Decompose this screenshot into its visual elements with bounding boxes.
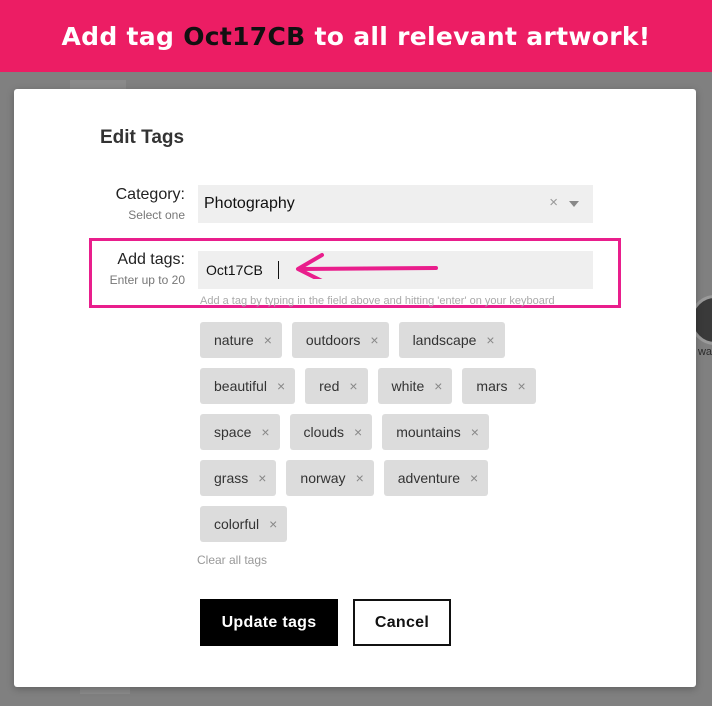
- remove-tag-icon[interactable]: ×: [486, 332, 494, 348]
- tag-row: nature × outdoors × landscape ×: [200, 322, 600, 358]
- tag-label: outdoors: [305, 332, 361, 348]
- tag-label: norway: [300, 470, 346, 486]
- add-tags-label: Add tags:: [117, 251, 185, 268]
- remove-tag-icon[interactable]: ×: [264, 332, 272, 348]
- tag-label: clouds: [303, 424, 345, 440]
- remove-tag-icon[interactable]: ×: [434, 378, 442, 394]
- tag-label: mountains: [396, 424, 461, 440]
- text-cursor: [278, 261, 279, 279]
- tag-chip: mountains ×: [382, 414, 489, 450]
- tag-label: grass: [214, 470, 249, 486]
- tag-row: colorful ×: [200, 506, 600, 542]
- remove-tag-icon[interactable]: ×: [277, 378, 285, 394]
- tag-label: white: [391, 378, 425, 394]
- category-value: Photography: [204, 195, 295, 212]
- chevron-down-icon[interactable]: [569, 201, 579, 207]
- remove-tag-icon[interactable]: ×: [354, 424, 362, 440]
- pointer-arrow-icon: [296, 253, 438, 279]
- tag-chip: clouds ×: [289, 414, 373, 450]
- remove-tag-icon[interactable]: ×: [370, 332, 378, 348]
- background-partial-text: wa: [697, 346, 712, 358]
- tag-label: space: [214, 424, 252, 440]
- tag-chip: mars ×: [462, 368, 536, 404]
- tag-label: adventure: [397, 470, 461, 486]
- background-bar: [80, 686, 130, 694]
- remove-tag-icon[interactable]: ×: [261, 424, 269, 440]
- clear-category-icon[interactable]: ×: [549, 194, 558, 211]
- remove-tag-icon[interactable]: ×: [470, 470, 478, 486]
- tag-row: grass × norway × adventure ×: [200, 460, 600, 496]
- tag-chip: beautiful ×: [200, 368, 296, 404]
- add-tags-hint: Add a tag by typing in the field above a…: [200, 295, 555, 307]
- tag-label: mars: [476, 378, 508, 394]
- remove-tag-icon[interactable]: ×: [356, 470, 364, 486]
- tag-list: nature × outdoors × landscape × beautiful × red ×…: [200, 322, 600, 552]
- tag-chip: nature ×: [200, 322, 282, 358]
- cancel-button[interactable]: Cancel: [353, 599, 451, 646]
- tag-label: beautiful: [214, 378, 267, 394]
- category-label: Category:: [115, 186, 185, 203]
- category-sublabel: Select one: [128, 208, 185, 222]
- tag-chip: landscape ×: [398, 322, 505, 358]
- remove-tag-icon[interactable]: ×: [258, 470, 266, 486]
- tag-label: red: [319, 378, 340, 394]
- tag-label: colorful: [214, 516, 260, 532]
- banner-suffix: to all relevant artwork!: [305, 21, 651, 51]
- modal-title: Edit Tags: [100, 127, 185, 148]
- remove-tag-icon[interactable]: ×: [471, 424, 479, 440]
- clear-all-tags-link[interactable]: Clear all tags: [197, 553, 267, 567]
- edit-tags-modal: Edit Tags Category: Select one Photograp…: [14, 89, 696, 687]
- banner-tag: Oct17CB: [183, 21, 306, 51]
- category-select[interactable]: Photography ×: [198, 185, 593, 223]
- remove-tag-icon[interactable]: ×: [518, 378, 526, 394]
- tag-chip: colorful ×: [200, 506, 288, 542]
- tag-row: beautiful × red × white × mars ×: [200, 368, 600, 404]
- instruction-banner: Add tag Oct17CB to all relevant artwork!: [0, 0, 712, 72]
- add-tags-label-group: Add tags: Enter up to 20: [110, 251, 185, 287]
- tag-label: nature: [214, 332, 254, 348]
- tag-chip: norway ×: [286, 460, 374, 496]
- tag-chip: outdoors ×: [291, 322, 389, 358]
- tag-chip: adventure ×: [383, 460, 489, 496]
- tag-label: landscape: [412, 332, 477, 348]
- remove-tag-icon[interactable]: ×: [349, 378, 357, 394]
- tag-chip: white ×: [377, 368, 453, 404]
- tag-chip: grass ×: [200, 460, 277, 496]
- tag-chip: space ×: [200, 414, 280, 450]
- category-label-group: Category: Select one: [116, 186, 185, 222]
- remove-tag-icon[interactable]: ×: [269, 516, 277, 532]
- banner-prefix: Add tag: [61, 21, 184, 51]
- tag-chip: red ×: [305, 368, 368, 404]
- update-tags-button[interactable]: Update tags: [200, 599, 338, 646]
- tag-row: space × clouds × mountains ×: [200, 414, 600, 450]
- add-tags-sublabel: Enter up to 20: [109, 273, 185, 287]
